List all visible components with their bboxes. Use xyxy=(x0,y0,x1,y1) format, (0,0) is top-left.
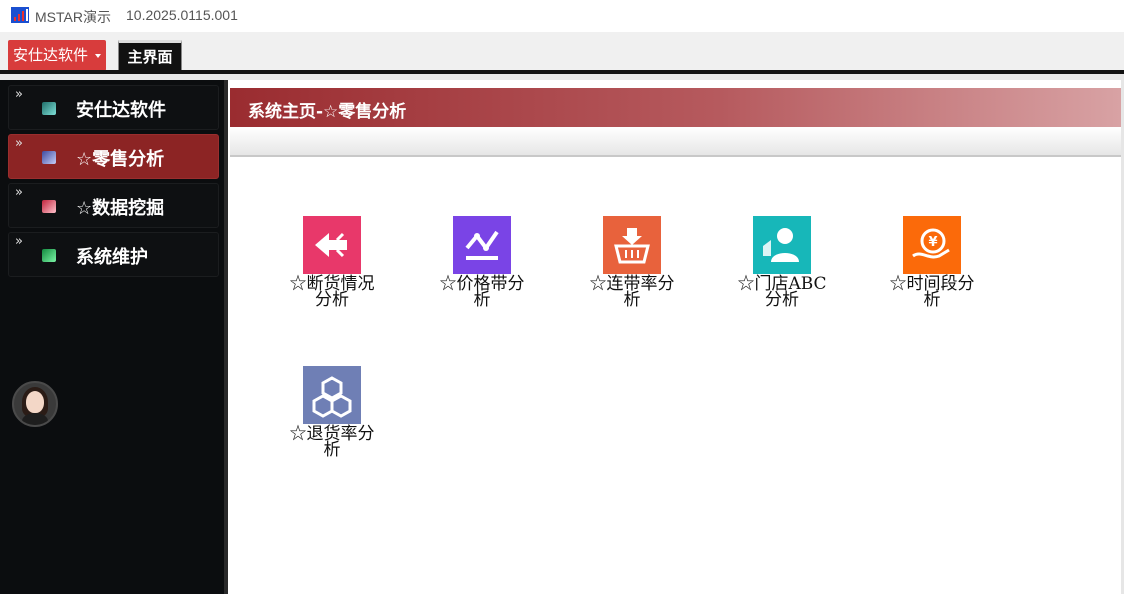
tile-return-rate-analysis[interactable]: ☆退货率分析 xyxy=(276,366,386,486)
main-content xyxy=(228,80,1121,594)
chevron-right-icon: » xyxy=(15,185,23,200)
sidebar-item-retail-analysis[interactable]: » ☆零售分析 xyxy=(8,134,219,179)
brand-dropdown-button[interactable]: 安仕达软件 xyxy=(8,40,106,71)
module-square-icon xyxy=(42,102,56,115)
tile-label: ☆价格带分析 xyxy=(439,274,525,310)
app-version: 10.2025.0115.001 xyxy=(126,7,238,23)
sidebar-item-anshida[interactable]: » 安仕达软件 xyxy=(8,85,219,130)
avatar[interactable] xyxy=(12,381,58,427)
boxes-icon xyxy=(303,366,361,424)
coin-hand-icon: ¥ xyxy=(903,216,961,274)
sidebar-item-data-mining[interactable]: » ☆数据挖掘 xyxy=(8,183,219,228)
app-title: MSTAR演示 xyxy=(35,9,111,25)
module-square-icon xyxy=(42,151,56,164)
sub-toolbar xyxy=(230,127,1121,157)
module-square-icon xyxy=(42,249,56,262)
app-logo-icon xyxy=(11,7,29,23)
tile-time-period-analysis[interactable]: ¥ ☆时间段分析 xyxy=(876,216,986,336)
page-header: 系统主页-☆零售分析 xyxy=(230,88,1121,127)
tile-label: ☆连带率分析 xyxy=(589,274,675,310)
tile-label: ☆断货情况 分析 xyxy=(289,274,375,310)
chevron-right-icon: » xyxy=(15,136,23,151)
sidebar-item-system-maintenance[interactable]: » 系统维护 xyxy=(8,232,219,277)
tile-attach-rate-analysis[interactable]: ☆连带率分析 xyxy=(576,216,686,336)
price-trend-icon xyxy=(453,216,511,274)
tile-price-band-analysis[interactable]: ☆价格带分析 xyxy=(426,216,536,336)
store-person-icon xyxy=(753,216,811,274)
sidebar-item-label: 系统维护 xyxy=(76,247,148,268)
chevron-right-icon: » xyxy=(15,87,23,102)
svg-text:¥: ¥ xyxy=(928,235,937,250)
page-title: 系统主页-☆零售分析 xyxy=(248,102,407,122)
tile-label: ☆时间段分析 xyxy=(889,274,975,310)
tile-stockout-analysis[interactable]: ☆断货情况 分析 xyxy=(276,216,386,336)
title-bar: MSTAR演示 10.2025.0115.001 xyxy=(0,0,1124,32)
sidebar-item-label: ☆数据挖掘 xyxy=(76,198,165,219)
tab-main[interactable]: 主界面 xyxy=(118,40,182,71)
arrow-left-icon xyxy=(303,216,361,274)
sidebar-item-label: 安仕达软件 xyxy=(76,100,166,121)
caret-down-icon xyxy=(95,54,101,58)
chevron-right-icon: » xyxy=(15,234,23,249)
tile-label: ☆门店ABC 分析 xyxy=(737,274,827,310)
tile-store-abc-analysis[interactable]: ☆门店ABC 分析 xyxy=(726,216,836,336)
brand-dropdown-label: 安仕达软件 xyxy=(13,46,89,64)
module-square-icon xyxy=(42,200,56,213)
sidebar-item-label: ☆零售分析 xyxy=(76,149,165,170)
basket-icon xyxy=(603,216,661,274)
tile-label: ☆退货率分析 xyxy=(289,424,375,460)
